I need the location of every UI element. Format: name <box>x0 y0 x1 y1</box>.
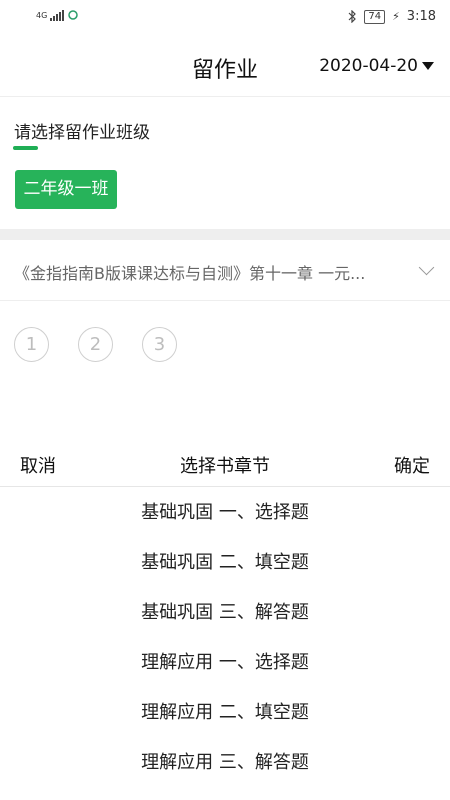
sync-icon <box>68 10 79 20</box>
network-type: 4G <box>36 10 48 20</box>
page-button-2[interactable]: 2 <box>78 327 113 362</box>
label-underline <box>13 146 38 150</box>
picker-header: 取消 选择书章节 确定 <box>0 436 450 487</box>
page-button-1[interactable]: 1 <box>14 327 49 362</box>
chapter-options: 基础巩固 一、选择题 基础巩固 二、填空题 基础巩固 三、解答题 理解应用 一、… <box>0 488 450 788</box>
chapter-option[interactable]: 理解应用 一、选择题 <box>0 638 450 688</box>
chapter-option[interactable]: 理解应用 三、解答题 <box>0 738 450 788</box>
class-section-label: 请选择留作业班级 <box>14 123 150 143</box>
chapter-option[interactable]: 理解应用 二、填空题 <box>0 688 450 738</box>
chapter-option[interactable]: 基础巩固 二、填空题 <box>0 538 450 588</box>
date-value: 2020-04-20 <box>319 56 418 76</box>
date-selector[interactable]: 2020-04-20 <box>319 56 434 76</box>
confirm-button[interactable]: 确定 <box>394 452 430 478</box>
clock: 3:18 <box>406 9 436 24</box>
chapter-option[interactable]: 基础巩固 一、选择题 <box>0 488 450 538</box>
picker-title: 选择书章节 <box>180 456 270 477</box>
section-divider <box>0 229 450 240</box>
bluetooth-icon <box>348 10 357 23</box>
class-chip[interactable]: 二年级一班 <box>15 170 117 209</box>
battery-level: 74 <box>364 9 386 24</box>
book-selector[interactable]: 《金指指南B版课课达标与自测》第十一章 一元... <box>0 240 450 301</box>
caret-down-icon <box>422 62 434 70</box>
book-title: 《金指指南B版课课达标与自测》第十一章 一元... <box>14 264 366 283</box>
page-selector: 1 2 3 <box>14 327 177 362</box>
page-button-3[interactable]: 3 <box>142 327 177 362</box>
signal-icon <box>50 9 65 21</box>
status-left: 4G <box>36 9 79 21</box>
chevron-down-icon <box>418 259 435 276</box>
chapter-option[interactable]: 基础巩固 三、解答题 <box>0 588 450 638</box>
status-bar: 4G 74 ⚡ 3:18 <box>0 0 450 34</box>
charging-icon: ⚡ <box>392 10 400 23</box>
status-right: 74 ⚡ 3:18 <box>348 9 436 24</box>
title-bar: 留作业 2020-04-20 <box>0 34 450 97</box>
